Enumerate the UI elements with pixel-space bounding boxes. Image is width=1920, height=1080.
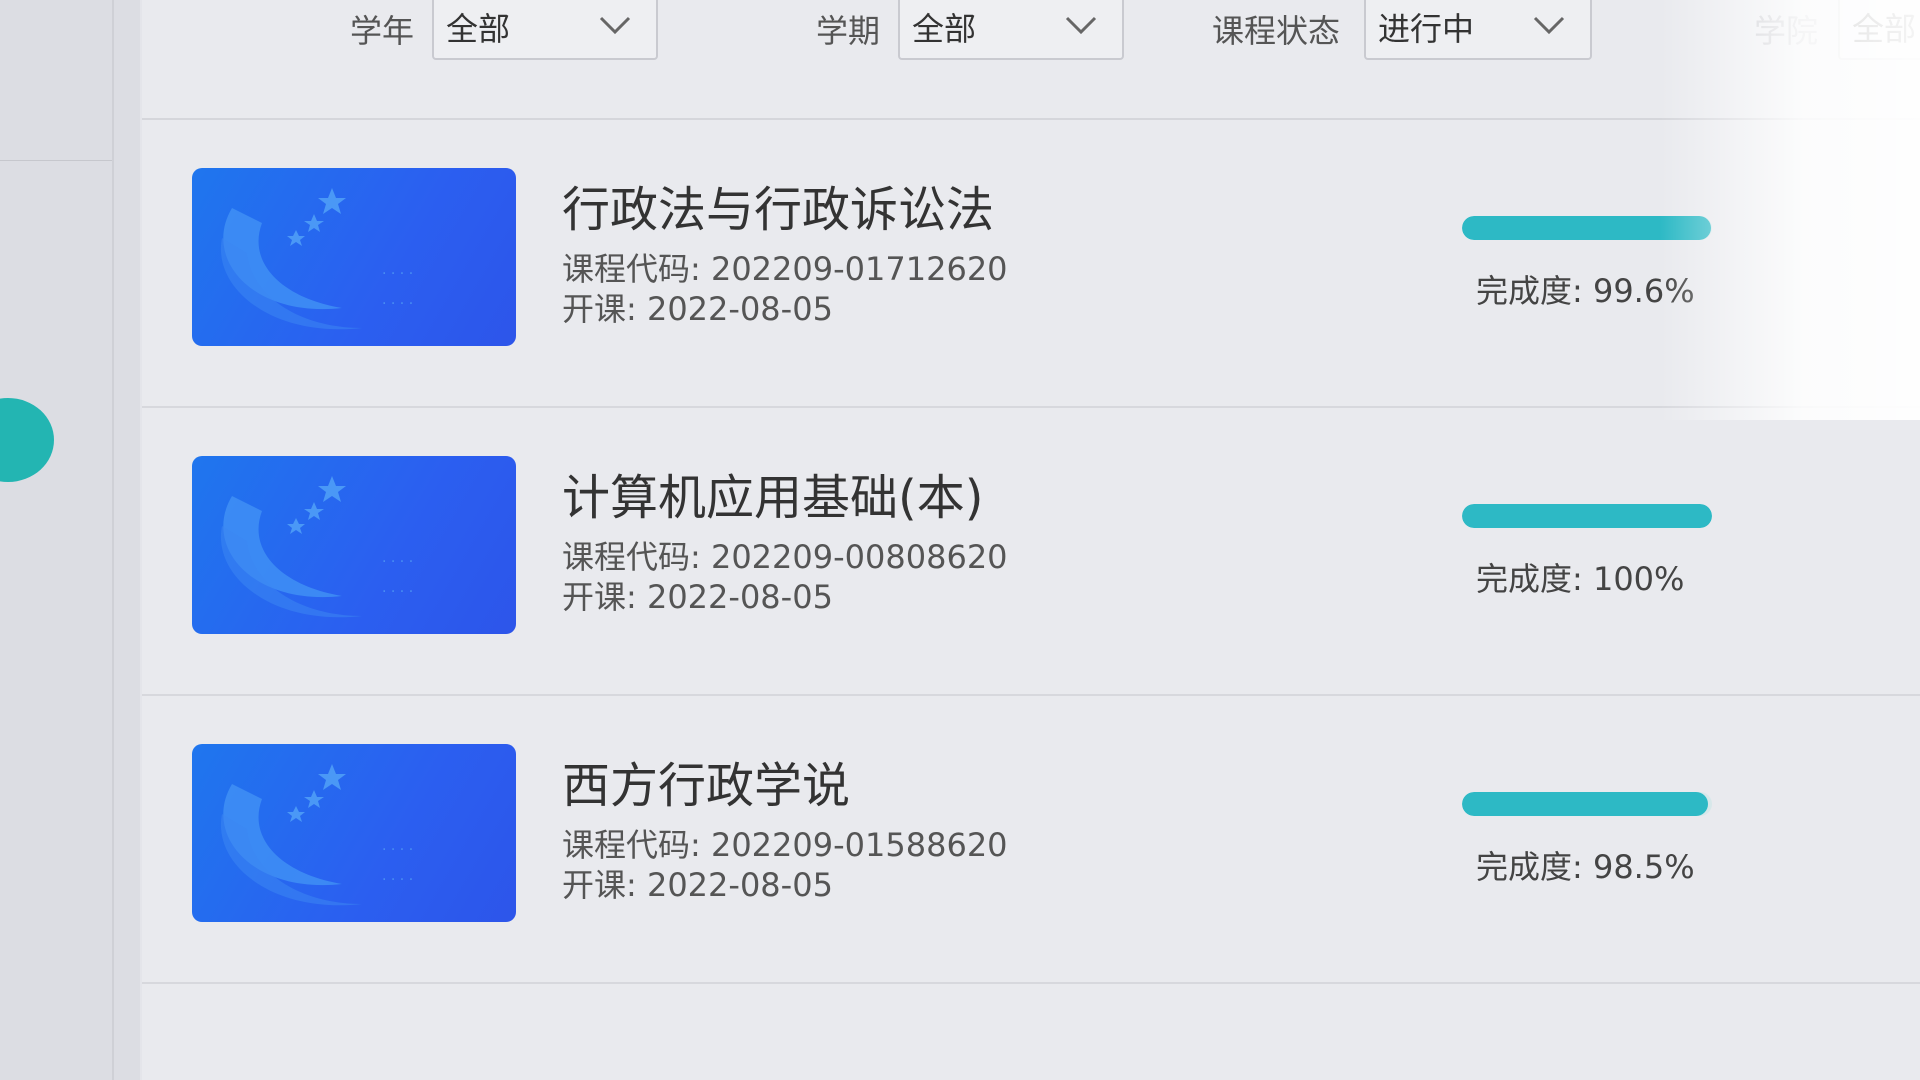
svg-text:· · · ·: · · · ·: [382, 584, 413, 600]
sidebar-edge: [112, 0, 114, 1080]
status-select-value: 进行中: [1378, 10, 1475, 48]
college-filter-label: 学院: [1754, 12, 1819, 50]
course-start-date: 开课: 2022-08-05: [562, 866, 833, 904]
course-thumbnail[interactable]: · · · · · · · ·: [192, 456, 516, 634]
sidebar-divider: [0, 160, 112, 161]
course-start-date: 开课: 2022-08-05: [562, 578, 833, 616]
term-select-value: 全部: [912, 10, 977, 48]
college-select-value: 全部: [1852, 10, 1917, 48]
course-cover-logo: · · · · · · · ·: [220, 188, 413, 330]
course-thumbnail[interactable]: · · · · · · · ·: [192, 744, 516, 922]
course-title[interactable]: 计算机应用基础(本): [562, 458, 983, 528]
chevron-down-icon: [1533, 16, 1565, 35]
college-select[interactable]: 全部: [1838, 0, 1920, 60]
chevron-down-icon: [1065, 16, 1097, 35]
year-select[interactable]: 全部: [432, 0, 658, 60]
chevron-down-icon: [599, 16, 631, 35]
svg-text:· · · ·: · · · ·: [382, 842, 413, 858]
year-filter-label: 学年: [350, 12, 415, 50]
svg-text:· · · ·: · · · ·: [382, 872, 413, 888]
course-item[interactable]: · · · · · · · · 西方行政学说 课程代码: 202209-0158…: [142, 696, 1920, 984]
progress-fill: [1462, 792, 1709, 816]
svg-text:· · · ·: · · · ·: [382, 266, 413, 282]
side-indicator[interactable]: [0, 398, 54, 482]
progress-fill: [1462, 216, 1711, 240]
filter-bar: 学年 全部 学期 全部 课程状态 进行中 学院 全部: [142, 0, 1920, 120]
row-divider: [142, 982, 1920, 984]
status-select[interactable]: 进行中: [1364, 0, 1592, 60]
course-title[interactable]: 西方行政学说: [562, 746, 850, 816]
course-item[interactable]: · · · · · · · · 计算机应用基础(本) 课程代码: 202209-…: [142, 408, 1920, 696]
progress-bar: [1462, 216, 1712, 240]
completion-text: 完成度: 100%: [1476, 560, 1685, 598]
course-thumbnail[interactable]: · · · · · · · ·: [192, 168, 516, 346]
course-cover-logo: · · · · · · · ·: [220, 764, 413, 906]
svg-text:· · · ·: · · · ·: [382, 554, 413, 570]
left-sidebar: [0, 0, 140, 1080]
course-cover-logo: · · · · · · · ·: [220, 476, 413, 618]
term-filter-label: 学期: [816, 12, 881, 50]
status-filter-label: 课程状态: [1212, 12, 1341, 50]
completion-text: 完成度: 99.6%: [1476, 272, 1695, 310]
term-select[interactable]: 全部: [898, 0, 1124, 60]
course-title[interactable]: 行政法与行政诉讼法: [562, 170, 994, 240]
course-item[interactable]: · · · · · · · · 行政法与行政诉讼法 课程代码: 202209-0…: [142, 120, 1920, 408]
progress-bar: [1462, 504, 1712, 528]
course-list-panel: 学年 全部 学期 全部 课程状态 进行中 学院 全部 · · · · · · ·…: [142, 0, 1920, 1080]
year-select-value: 全部: [446, 10, 511, 48]
progress-fill: [1462, 504, 1712, 528]
svg-text:· · · ·: · · · ·: [382, 296, 413, 312]
course-start-date: 开课: 2022-08-05: [562, 290, 833, 328]
completion-text: 完成度: 98.5%: [1476, 848, 1695, 886]
progress-bar: [1462, 792, 1712, 816]
